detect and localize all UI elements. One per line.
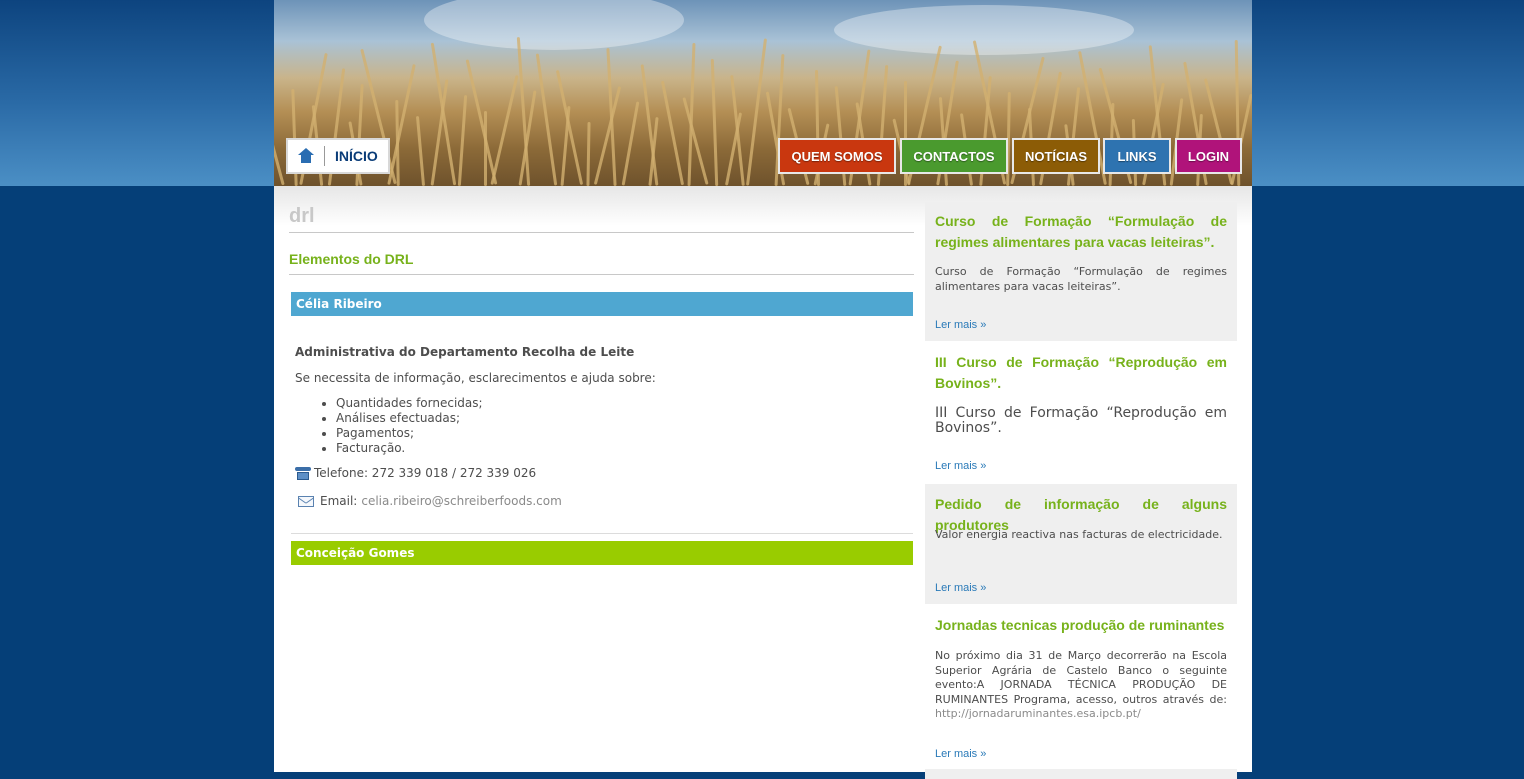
wheat-stalk: [621, 101, 640, 186]
nav-home-button[interactable]: INÍCIO: [286, 138, 390, 174]
wheat-stalk: [274, 126, 285, 186]
divider: [291, 533, 913, 534]
news-body: Valor energia reactiva nas facturas de e…: [935, 528, 1223, 541]
wheat-stalk: [387, 64, 416, 185]
news-body: No próximo dia 31 de Março decorrerão na…: [935, 649, 1227, 722]
wheat-field-banner: INÍCIO QUEM SOMOS CONTACTOS NOTÍCIAS LIN…: [274, 0, 1252, 186]
person-header-celia[interactable]: Célia Ribeiro: [291, 292, 913, 316]
mail-icon: [298, 495, 314, 507]
news-title[interactable]: III Curso de Formação “Reprodução em Bov…: [935, 352, 1227, 394]
cloud: [424, 0, 684, 50]
nav-quem-somos[interactable]: QUEM SOMOS: [778, 138, 896, 174]
list-item: Pagamentos;: [336, 426, 483, 441]
phone-icon: [295, 466, 311, 480]
wheat-stalk: [745, 38, 768, 186]
wheat-stalk: [415, 116, 426, 186]
news-body: Curso de Formação “Formulação de regimes…: [935, 265, 1227, 293]
wheat-stalk: [682, 97, 709, 185]
read-more-link[interactable]: Ler mais »: [935, 460, 986, 472]
home-icon: [298, 148, 314, 164]
news-body: III Curso de Formação “Reprodução em Bov…: [935, 405, 1227, 436]
read-more-link[interactable]: Ler mais »: [935, 582, 986, 594]
wheat-stalk: [710, 58, 719, 186]
news-item: Jornadas tecnicas produção de ruminantes…: [925, 606, 1237, 768]
page-title: drl: [289, 205, 315, 227]
person-role: Administrativa do Departamento Recolha d…: [295, 345, 635, 359]
email-row: Email: celia.ribeiro@schreiberfoods.com: [298, 494, 562, 508]
nav-login[interactable]: LOGIN: [1175, 138, 1242, 174]
divider: [289, 274, 914, 275]
news-item: Curso de Formação “Formulação de regimes…: [925, 202, 1237, 341]
wheat-stalk: [457, 95, 468, 186]
list-item: Quantidades fornecidas;: [336, 396, 483, 411]
nav-noticias[interactable]: NOTÍCIAS: [1012, 138, 1100, 174]
read-more-link[interactable]: Ler mais »: [935, 319, 986, 331]
divider: [289, 232, 914, 233]
person-header-conceicao[interactable]: Conceição Gomes: [291, 541, 913, 565]
wheat-stalk: [535, 53, 558, 186]
news-item: III Curso de Formação “Reprodução em Bov…: [925, 346, 1237, 482]
wheat-stalk: [660, 80, 685, 186]
list-item: Facturação.: [336, 441, 483, 456]
wheat-stalk: [465, 59, 498, 185]
nav-divider: [324, 146, 325, 166]
news-item: Pedido de informação de alguns produtore…: [925, 484, 1237, 604]
phone-text: Telefone: 272 339 018 / 272 339 026: [314, 466, 537, 480]
news-title[interactable]: Jornadas tecnicas produção de ruminantes: [935, 615, 1227, 636]
email-link[interactable]: celia.ribeiro@schreiberfoods.com: [361, 494, 561, 508]
wheat-stalk: [490, 75, 519, 185]
wheat-stalk: [606, 48, 617, 186]
wheat-stalk: [555, 69, 584, 186]
nav-home-label: INÍCIO: [335, 148, 378, 164]
topic-list: Quantidades fornecidas; Análises efectua…: [315, 396, 483, 456]
cloud: [834, 5, 1134, 55]
wheat-stalk: [586, 121, 591, 186]
nav-contactos[interactable]: CONTACTOS: [900, 138, 1008, 174]
page-container: INÍCIO QUEM SOMOS CONTACTOS NOTÍCIAS LIN…: [274, 0, 1252, 779]
person-intro: Se necessita de informação, esclarecimen…: [295, 371, 656, 385]
read-more-link[interactable]: Ler mais »: [935, 748, 986, 760]
news-title[interactable]: Curso de Formação “Formulação de regimes…: [935, 211, 1227, 253]
nav-links[interactable]: LINKS: [1103, 138, 1171, 174]
wheat-stalk: [593, 86, 622, 185]
email-label: Email:: [320, 494, 358, 508]
phone-row: Telefone: 272 339 018 / 272 339 026: [295, 466, 536, 480]
news-item: [925, 769, 1237, 779]
news-body-text: No próximo dia 31 de Março decorrerão na…: [935, 649, 1227, 706]
wheat-stalk: [730, 75, 745, 186]
wheat-stalk: [484, 111, 487, 186]
list-item: Análises efectuadas;: [336, 411, 483, 426]
news-url-link[interactable]: http://jornadaruminantes.esa.ipcb.pt/: [935, 707, 1141, 720]
section-title: Elementos do DRL: [289, 251, 414, 267]
